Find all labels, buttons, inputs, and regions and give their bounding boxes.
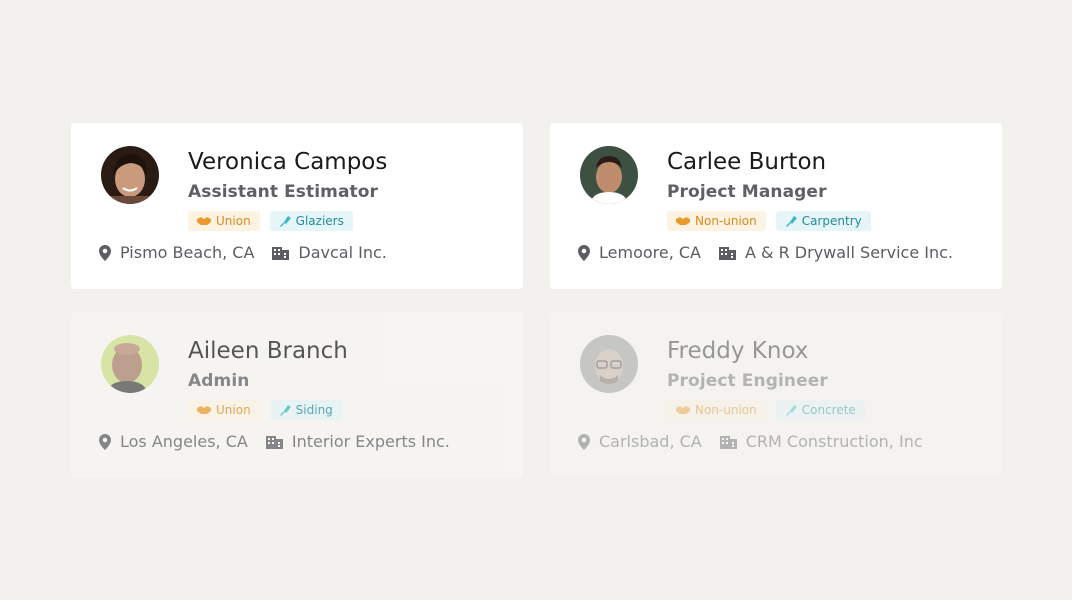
company-text[interactable]: A & R Drywall Service Inc. (745, 243, 953, 262)
union-status-tag: Non-union (667, 211, 766, 231)
contact-meta: Los Angeles, CA Interior Experts Inc. (99, 432, 450, 451)
building-icon (265, 436, 283, 449)
map-pin-icon (99, 244, 111, 261)
contact-card[interactable]: Veronica Campos Assistant Estimator Unio… (71, 123, 523, 289)
location-text: Lemoore, CA (599, 243, 701, 262)
avatar (580, 146, 638, 204)
handshake-icon (197, 406, 211, 414)
trade-label: Glaziers (295, 214, 344, 228)
contact-card[interactable]: Carlee Burton Project Manager Non-union … (550, 123, 1002, 289)
union-status-tag: Union (188, 400, 260, 420)
union-status-label: Non-union (695, 214, 757, 228)
avatar (580, 335, 638, 393)
location: Pismo Beach, CA (99, 243, 254, 262)
location-text: Pismo Beach, CA (120, 243, 255, 262)
avatar (101, 146, 159, 204)
contact-card[interactable]: Aileen Branch Admin Union Siding Los Ang… (71, 312, 523, 478)
handshake-icon (676, 217, 690, 225)
union-status-label: Union (216, 214, 251, 228)
handshake-icon (197, 217, 211, 225)
trowel-icon (785, 405, 797, 416)
union-status-tag: Non-union (667, 400, 766, 420)
contact-name[interactable]: Freddy Knox (667, 338, 808, 364)
tag-list: Union Siding (188, 400, 342, 420)
location: Carlsbad, CA (578, 432, 702, 451)
tag-list: Union Glaziers (188, 211, 353, 231)
building-icon (272, 247, 290, 260)
contact-name[interactable]: Aileen Branch (188, 338, 348, 364)
union-status-label: Non-union (695, 403, 757, 417)
contact-role: Project Manager (667, 182, 827, 202)
company: Davcal Inc. (272, 243, 387, 262)
contact-role: Assistant Estimator (188, 182, 379, 202)
location-text: Carlsbad, CA (599, 432, 702, 451)
union-status-tag: Union (188, 211, 260, 231)
map-pin-icon (99, 433, 111, 450)
trowel-icon (785, 216, 797, 227)
map-pin-icon (578, 433, 590, 450)
company: A & R Drywall Service Inc. (719, 243, 953, 262)
tag-list: Non-union Carpentry (667, 211, 871, 231)
contact-name[interactable]: Carlee Burton (667, 149, 826, 175)
company-text[interactable]: Interior Experts Inc. (292, 432, 450, 451)
trade-label: Carpentry (801, 214, 862, 228)
company: CRM Construction, Inc (719, 432, 923, 451)
location-text: Los Angeles, CA (120, 432, 248, 451)
contact-role: Project Engineer (667, 371, 828, 391)
company: Interior Experts Inc. (265, 432, 450, 451)
building-icon (719, 436, 737, 449)
trade-label: Concrete (801, 403, 856, 417)
tag-list: Non-union Concrete (667, 400, 865, 420)
map-pin-icon (578, 244, 590, 261)
contact-card[interactable]: Freddy Knox Project Engineer Non-union C… (550, 312, 1002, 478)
contact-name[interactable]: Veronica Campos (188, 149, 387, 175)
contact-meta: Carlsbad, CA CRM Construction, Inc (578, 432, 923, 451)
company-text[interactable]: CRM Construction, Inc (746, 432, 923, 451)
trade-tag: Concrete (775, 400, 865, 420)
contact-meta: Lemoore, CA A & R Drywall Service Inc. (578, 243, 953, 262)
trade-tag: Siding (269, 400, 342, 420)
building-icon (719, 247, 736, 260)
avatar (101, 335, 159, 393)
location: Los Angeles, CA (99, 432, 248, 451)
location: Lemoore, CA (578, 243, 701, 262)
union-status-label: Union (216, 403, 251, 417)
trade-label: Siding (295, 403, 333, 417)
contact-meta: Pismo Beach, CA Davcal Inc. (99, 243, 387, 262)
trade-tag: Carpentry (775, 211, 871, 231)
company-text[interactable]: Davcal Inc. (298, 243, 386, 262)
trowel-icon (279, 216, 291, 227)
trade-tag: Glaziers (269, 211, 353, 231)
contact-role: Admin (188, 371, 250, 391)
trowel-icon (279, 405, 291, 416)
handshake-icon (676, 406, 690, 414)
